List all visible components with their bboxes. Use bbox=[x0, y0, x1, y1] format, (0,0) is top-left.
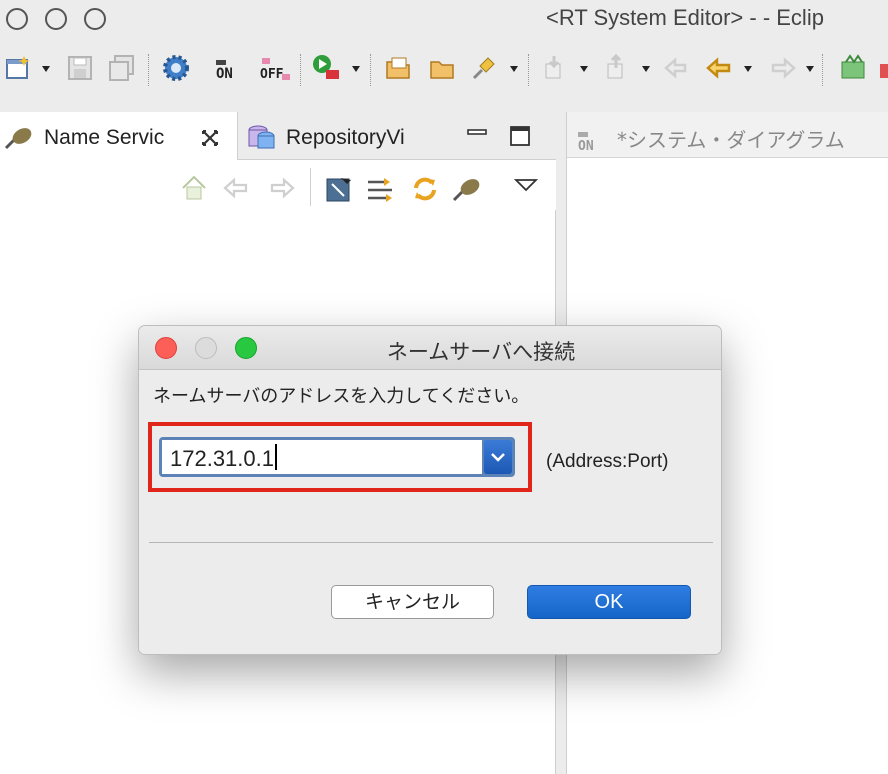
window-title-bar: <RT System Editor> - - Eclip bbox=[0, 0, 888, 40]
open-file-icon[interactable] bbox=[384, 54, 412, 82]
address-input[interactable]: 172.31.0.1 bbox=[162, 440, 482, 474]
main-toolbar: ON OFF bbox=[0, 48, 888, 100]
left-view-tabbar: Name Servic RepositoryVi bbox=[0, 112, 556, 160]
on-label: ON bbox=[216, 66, 233, 82]
on-icon[interactable]: ON bbox=[214, 54, 242, 82]
window-title: <RT System Editor> - - Eclip bbox=[546, 5, 824, 30]
home-icon[interactable] bbox=[180, 174, 208, 206]
build-icon[interactable] bbox=[838, 54, 866, 82]
close-icon[interactable] bbox=[199, 127, 221, 153]
toolbar-separator bbox=[310, 168, 311, 206]
import-icon[interactable] bbox=[540, 54, 568, 82]
dialog-title: ネームサーバへ接続 bbox=[386, 340, 576, 364]
gear-icon[interactable] bbox=[162, 54, 190, 82]
view-toolbar bbox=[0, 160, 556, 210]
text-cursor bbox=[274, 444, 277, 470]
address-format-hint: (Address:Port) bbox=[546, 451, 669, 472]
connect-icon[interactable] bbox=[324, 176, 354, 208]
dialog-divider bbox=[149, 542, 713, 543]
connect-name-server-dialog: ネームサーバへ接続 ネームサーバのアドレスを入力してください。 172.31.0… bbox=[138, 325, 722, 655]
off-icon[interactable]: OFF bbox=[258, 54, 290, 82]
editor-tabbar: ON *システム・ダイアグラム bbox=[567, 112, 888, 158]
back-icon[interactable] bbox=[704, 54, 732, 82]
dialog-title-bar: ネームサーバへ接続 bbox=[139, 326, 721, 370]
ok-button[interactable]: OK bbox=[527, 585, 691, 619]
cancel-button[interactable]: キャンセル bbox=[331, 585, 494, 619]
zoom-window-button[interactable] bbox=[84, 8, 106, 30]
editor-tab-label[interactable]: *システム・ダイアグラム bbox=[617, 124, 845, 153]
on-icon: ON bbox=[577, 128, 607, 158]
forward-icon[interactable] bbox=[266, 176, 296, 204]
run-icon[interactable] bbox=[312, 54, 340, 82]
address-combobox[interactable]: 172.31.0.1 bbox=[159, 437, 515, 477]
refresh-icon[interactable] bbox=[410, 174, 440, 208]
export-icon[interactable] bbox=[602, 53, 630, 82]
svg-text:ON: ON bbox=[578, 139, 594, 154]
filter-icon[interactable] bbox=[366, 174, 396, 208]
plug-icon[interactable] bbox=[452, 176, 482, 206]
tab-name-service-label: Name Servic bbox=[44, 126, 165, 149]
view-menu-icon[interactable] bbox=[513, 176, 539, 200]
dialog-message: ネームサーバのアドレスを入力してください。 bbox=[153, 386, 530, 407]
dialog-body: ネームサーバのアドレスを入力してください。 172.31.0.1 (Addres… bbox=[139, 370, 721, 654]
tab-repository-label[interactable]: RepositoryVi bbox=[286, 126, 405, 150]
minimize-view-icon[interactable] bbox=[466, 126, 488, 150]
pin-icon[interactable] bbox=[470, 54, 498, 82]
build-red-icon[interactable] bbox=[880, 54, 888, 82]
address-dropdown-button[interactable] bbox=[484, 440, 512, 474]
off-label: OFF bbox=[260, 67, 284, 82]
save-all-icon[interactable] bbox=[108, 54, 136, 82]
minimize-window-button[interactable] bbox=[45, 8, 67, 30]
save-icon[interactable] bbox=[66, 54, 94, 82]
plug-icon bbox=[4, 126, 34, 154]
address-value: 172.31.0.1 bbox=[170, 446, 274, 471]
repository-icon bbox=[246, 122, 278, 156]
open-folder-icon[interactable] bbox=[428, 54, 456, 82]
back-icon[interactable] bbox=[222, 176, 252, 204]
new-wizard-icon[interactable] bbox=[4, 54, 32, 82]
back-disabled-icon[interactable] bbox=[662, 54, 690, 82]
close-window-button[interactable] bbox=[6, 8, 28, 30]
maximize-view-icon[interactable] bbox=[508, 124, 532, 152]
chevron-down-icon bbox=[491, 453, 505, 462]
tab-name-service[interactable]: Name Servic bbox=[0, 112, 238, 160]
forward-icon[interactable] bbox=[766, 54, 796, 82]
